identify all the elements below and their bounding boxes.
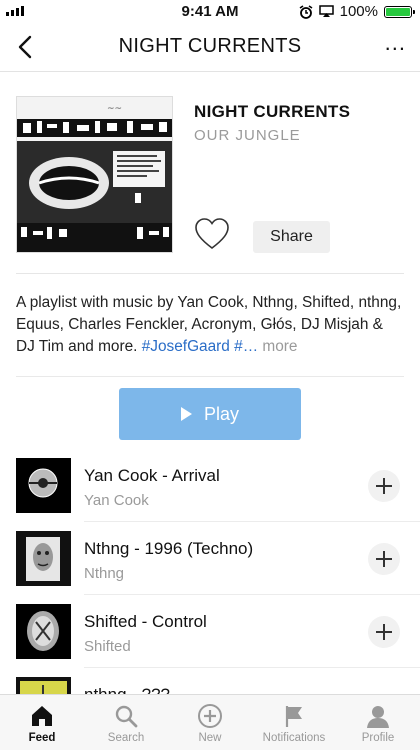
tab-label: Search: [107, 732, 145, 744]
divider: [16, 376, 404, 377]
battery-icon: [384, 5, 415, 18]
airplay-icon: [318, 5, 334, 17]
track-title: Yan Cook - Arrival: [84, 466, 220, 485]
add-track-button[interactable]: [368, 470, 400, 502]
tab-feed[interactable]: Feed: [0, 695, 84, 750]
playlist-owner[interactable]: OUR JUNGLE: [194, 127, 301, 144]
tab-profile[interactable]: Profile: [336, 695, 420, 750]
tab-search[interactable]: Search: [84, 695, 168, 750]
play-icon: [180, 407, 192, 421]
alarm-icon: [299, 4, 313, 19]
svg-text:~~: ~~: [107, 104, 122, 114]
track-title: Shifted - Control: [84, 612, 207, 631]
add-track-button[interactable]: [368, 616, 400, 648]
search-icon: [115, 705, 138, 728]
playlist-header: ~~ NIGHT CURRENTS OUR JUNGLE Share: [16, 96, 404, 274]
playlist-description: A playlist with music by Yan Cook, Nthng…: [16, 292, 404, 358]
add-track-button[interactable]: [368, 543, 400, 575]
track-artwork: [16, 531, 71, 586]
more-link[interactable]: more: [262, 338, 297, 355]
tab-label: Notifications: [262, 732, 326, 744]
track-artwork: [16, 604, 71, 659]
track-artist[interactable]: Shifted: [84, 638, 131, 655]
track-artist[interactable]: Nthng: [84, 565, 124, 582]
track-artist[interactable]: Yan Cook: [84, 492, 149, 509]
person-icon: [367, 706, 389, 728]
home-icon: [32, 706, 52, 726]
divider: [84, 667, 420, 668]
share-button[interactable]: Share: [253, 221, 330, 253]
tab-bar: Feed Search New Notifications Profile: [0, 694, 420, 750]
track-title: Nthng - 1996 (Techno): [84, 539, 254, 558]
flag-icon: [285, 706, 302, 727]
divider: [84, 521, 420, 522]
more-options-icon[interactable]: ...: [385, 32, 406, 54]
playlist-title: NIGHT CURRENTS: [194, 102, 351, 121]
nav-bar: NIGHT CURRENTS ...: [0, 22, 420, 72]
tab-notifications[interactable]: Notifications: [252, 695, 336, 750]
play-button[interactable]: Play: [119, 388, 301, 440]
heart-icon[interactable]: [194, 217, 230, 251]
plus-circle-icon: [198, 704, 222, 728]
playlist-cover-art: ~~: [16, 96, 173, 253]
tab-label: Feed: [28, 732, 56, 744]
divider: [84, 594, 420, 595]
track-artwork: [16, 458, 71, 513]
battery-percent: 100%: [339, 3, 378, 20]
tab-label: Profile: [361, 732, 395, 744]
hashtag-links[interactable]: #JosefGaard #…: [142, 338, 258, 355]
page-title: NIGHT CURRENTS: [118, 35, 302, 57]
play-label: Play: [203, 403, 239, 424]
tab-label: New: [198, 732, 222, 744]
tab-new[interactable]: New: [168, 695, 252, 750]
status-bar: 9:41 AM 100%: [0, 0, 420, 22]
